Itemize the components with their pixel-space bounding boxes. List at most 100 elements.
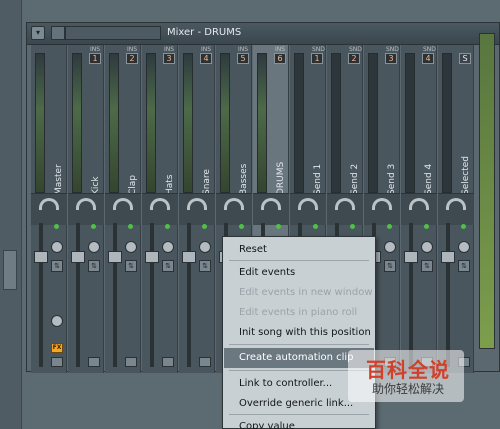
stereo-knob-icon[interactable] <box>88 241 100 253</box>
strip-name-label: Send 1 <box>313 163 323 195</box>
pan-knob-icon[interactable] <box>113 198 133 210</box>
pan-knob-icon[interactable] <box>261 198 281 210</box>
swap-icon[interactable]: ⇅ <box>162 260 174 272</box>
strip-badge-tag: SND <box>312 46 325 53</box>
mixer-strip[interactable]: INS 2 Clap ⇅ <box>105 45 141 373</box>
volume-fader-track[interactable] <box>187 223 191 367</box>
stereo-knob-icon[interactable] <box>162 241 174 253</box>
strip-number-badge[interactable]: 1 <box>311 53 323 64</box>
mixer-strip[interactable]: SND 4 Send 4 ⇅ <box>401 45 437 373</box>
drag-grip-icon[interactable] <box>51 26 65 40</box>
stereo-knob-icon[interactable] <box>199 241 211 253</box>
level-meter <box>220 53 230 193</box>
enable-led-icon[interactable] <box>54 224 59 229</box>
level-meter <box>146 53 156 193</box>
enable-led-icon[interactable] <box>202 224 207 229</box>
strip-number-badge[interactable]: 2 <box>348 53 360 64</box>
volume-fader-handle[interactable] <box>182 251 196 263</box>
menu-item[interactable]: Copy value <box>224 417 374 429</box>
strip-number-badge[interactable]: 4 <box>422 53 434 64</box>
volume-fader-track[interactable] <box>39 223 43 367</box>
stereo-knob-icon[interactable] <box>125 241 137 253</box>
strip-number-badge[interactable]: 3 <box>163 53 175 64</box>
stereo-knob-icon[interactable] <box>458 241 470 253</box>
volume-fader-track[interactable] <box>76 223 80 367</box>
pan-knob-icon[interactable] <box>446 198 466 210</box>
strip-number-badge[interactable]: 6 <box>274 53 286 64</box>
enable-led-icon[interactable] <box>276 224 281 229</box>
level-meter <box>35 53 45 193</box>
menu-item[interactable]: Init song with this position <box>224 323 374 343</box>
stereo-knob-icon[interactable] <box>421 241 433 253</box>
pan-section <box>179 193 215 229</box>
swap-icon[interactable]: ⇅ <box>199 260 211 272</box>
volume-fader-handle[interactable] <box>145 251 159 263</box>
mixer-strip[interactable]: INS 4 Snare ⇅ <box>179 45 215 373</box>
strip-number-badge[interactable]: 2 <box>126 53 138 64</box>
volume-fader-track[interactable] <box>409 223 413 367</box>
pan-knob-icon[interactable] <box>298 198 318 210</box>
swap-icon[interactable]: ⇅ <box>384 260 396 272</box>
pan-knob-icon[interactable] <box>150 198 170 210</box>
volume-fader-track[interactable] <box>446 223 450 367</box>
enable-led-icon[interactable] <box>239 224 244 229</box>
enable-led-icon[interactable] <box>165 224 170 229</box>
volume-fader-track[interactable] <box>113 223 117 367</box>
stereo-knob-icon[interactable] <box>384 241 396 253</box>
fx-button[interactable]: FX <box>51 343 63 353</box>
stereo-knob-icon[interactable] <box>51 241 63 253</box>
enable-led-icon[interactable] <box>424 224 429 229</box>
pan-knob-icon[interactable] <box>187 198 207 210</box>
enable-led-icon[interactable] <box>91 224 96 229</box>
enable-led-icon[interactable] <box>387 224 392 229</box>
strip-name-label: Clap <box>128 174 138 195</box>
pan-knob-icon[interactable] <box>224 198 244 210</box>
mixer-strip[interactable]: INS 3 Hats ⇅ <box>142 45 178 373</box>
volume-fader-handle[interactable] <box>108 251 122 263</box>
menu-item[interactable]: Edit events <box>224 263 374 283</box>
volume-fader-handle[interactable] <box>34 251 48 263</box>
save-icon[interactable] <box>88 357 100 367</box>
enable-led-icon[interactable] <box>350 224 355 229</box>
strip-name-label: Basses <box>239 163 249 195</box>
pan-knob-icon[interactable] <box>76 198 96 210</box>
menu-item[interactable]: Reset <box>224 240 374 260</box>
strip-name-label: Send 2 <box>350 163 360 195</box>
fx-knob-icon[interactable] <box>51 315 63 327</box>
pan-knob-icon[interactable] <box>372 198 392 210</box>
strip-number-badge[interactable]: S <box>459 53 471 64</box>
swap-icon[interactable]: ⇅ <box>421 260 433 272</box>
enable-led-icon[interactable] <box>313 224 318 229</box>
pan-section <box>105 193 141 229</box>
volume-fader-track[interactable] <box>150 223 154 367</box>
enable-led-icon[interactable] <box>128 224 133 229</box>
swap-icon[interactable]: ⇅ <box>88 260 100 272</box>
save-icon[interactable] <box>162 357 174 367</box>
strip-number-badge[interactable]: 4 <box>200 53 212 64</box>
swap-icon[interactable]: ⇅ <box>458 260 470 272</box>
watermark-subtitle: 助你轻松解决 <box>372 382 445 396</box>
strip-number-badge[interactable]: 3 <box>385 53 397 64</box>
volume-fader-handle[interactable] <box>404 251 418 263</box>
pan-section <box>438 193 474 229</box>
side-scroll-handle[interactable] <box>3 250 17 290</box>
pan-knob-icon[interactable] <box>409 198 429 210</box>
menu-separator <box>229 260 369 261</box>
strip-number-badge[interactable]: 5 <box>237 53 249 64</box>
save-icon[interactable] <box>125 357 137 367</box>
save-icon[interactable] <box>51 357 63 367</box>
window-menu-button[interactable]: ▾ <box>31 26 45 40</box>
mixer-strip[interactable]: INS 1 Kick ⇅ <box>68 45 104 373</box>
save-icon[interactable] <box>199 357 211 367</box>
enable-led-icon[interactable] <box>461 224 466 229</box>
strip-name-label: DRUMS <box>276 161 286 195</box>
pan-knob-icon[interactable] <box>39 198 59 210</box>
mixer-strip[interactable]: Master ⇅ FX <box>31 45 67 373</box>
swap-icon[interactable]: ⇅ <box>51 260 63 272</box>
volume-fader-handle[interactable] <box>441 251 455 263</box>
pan-knob-icon[interactable] <box>335 198 355 210</box>
swap-icon[interactable]: ⇅ <box>125 260 137 272</box>
volume-fader-handle[interactable] <box>71 251 85 263</box>
mixer-strip[interactable]: S Selected ⇅ <box>438 45 474 373</box>
strip-number-badge[interactable]: 1 <box>89 53 101 64</box>
